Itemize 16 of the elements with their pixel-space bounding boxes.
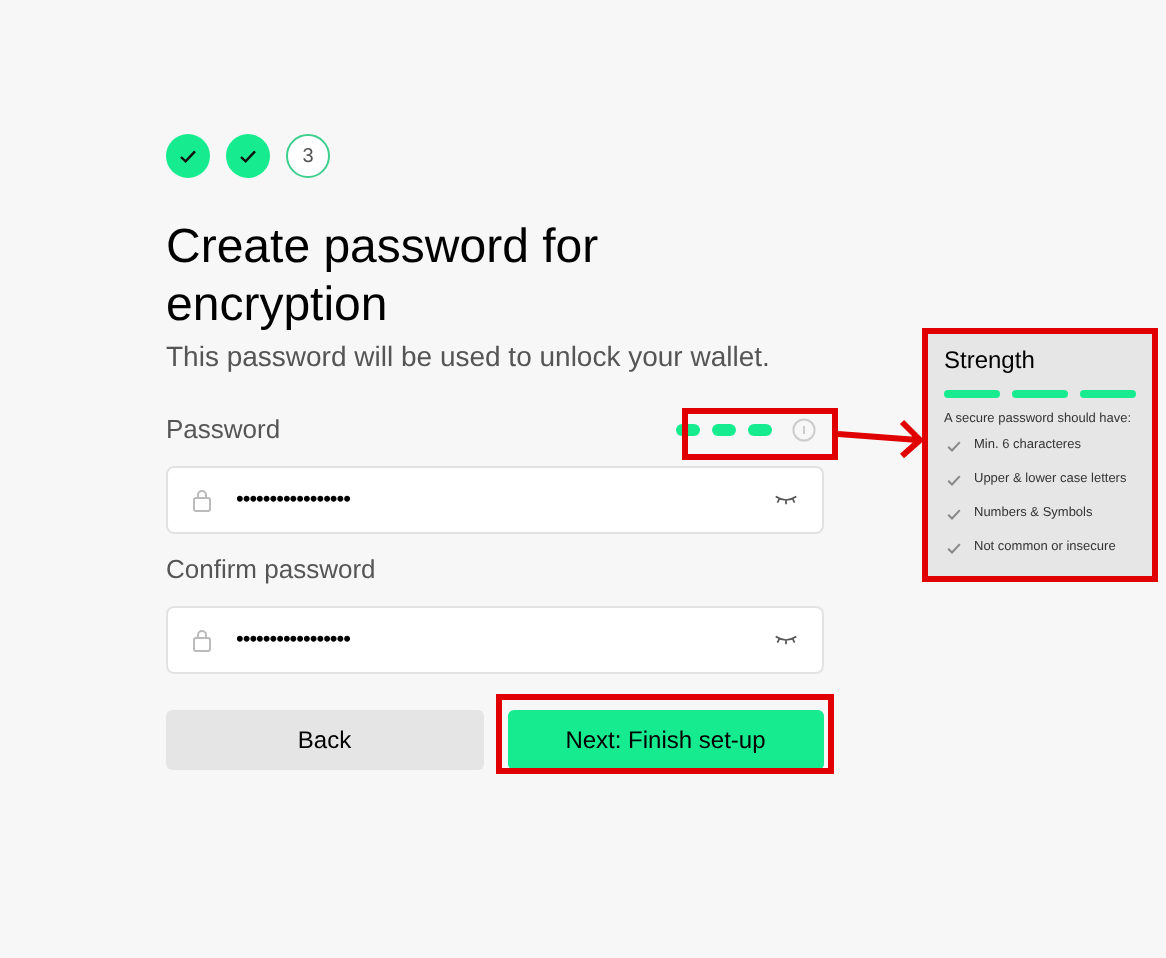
lock-icon: [192, 488, 212, 512]
next-button[interactable]: Next: Finish set-up: [507, 710, 824, 770]
field-label: Confirm password: [166, 552, 376, 589]
strength-title: Strength: [944, 344, 1037, 378]
page-title: Create password for encryption: [166, 218, 601, 334]
password-field[interactable]: •••••••••••••••••: [166, 466, 824, 534]
closed-eye-icon[interactable]: [774, 634, 798, 646]
page-subtitle: This password will be used to unlock your wallet.: [166, 338, 772, 376]
password-value: •••••••••••••••••: [236, 485, 352, 516]
closed-eye-icon[interactable]: [774, 494, 798, 506]
password-value: •••••••••••••••••: [236, 625, 352, 656]
current-step: 3: [286, 134, 330, 178]
back-button[interactable]: Back: [166, 710, 483, 770]
password-field[interactable]: •••••••••••••••••: [166, 606, 824, 674]
field-label: Password: [166, 412, 281, 449]
lock-icon: [192, 628, 212, 652]
